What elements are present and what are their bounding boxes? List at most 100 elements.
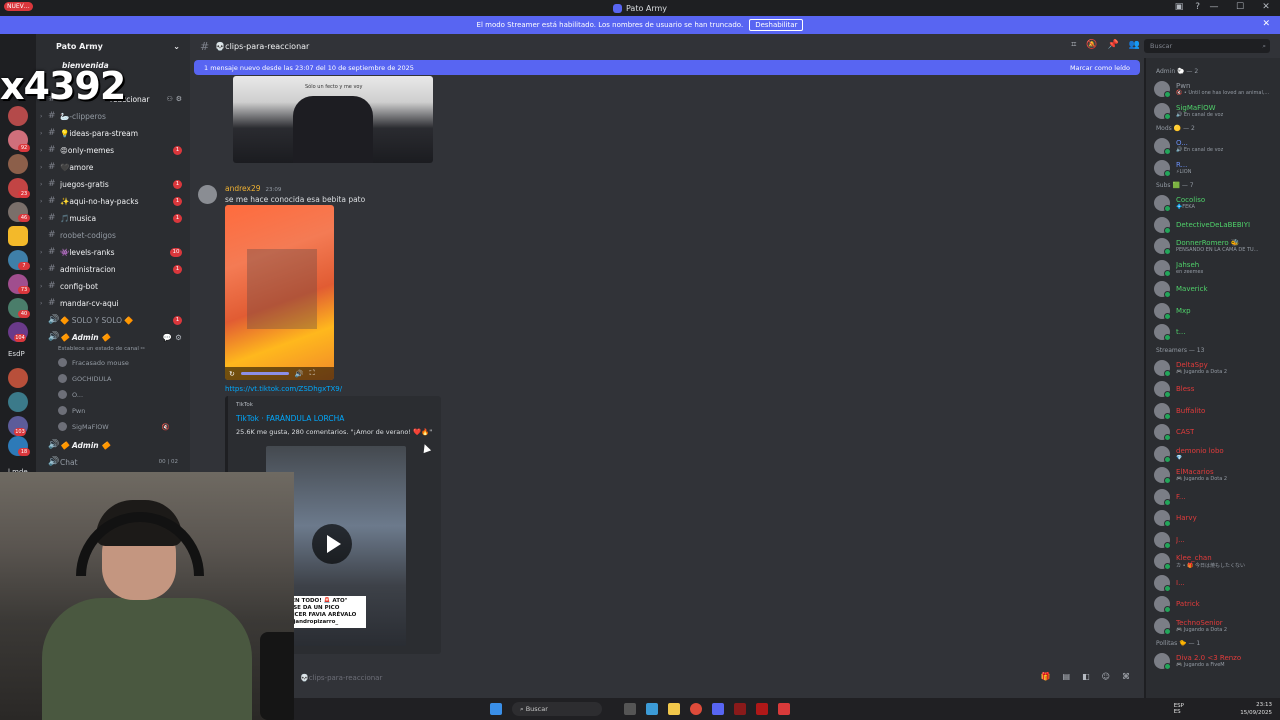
server-icon[interactable] [8,392,28,412]
gear-icon[interactable]: ⚙ [176,95,182,103]
help-icon[interactable]: ? [1195,2,1200,12]
channel-item[interactable]: › # mandar-cv-aqui [40,296,186,310]
member-item[interactable]: R... ⚡LION [1154,159,1276,177]
play-icon[interactable] [312,524,352,564]
app-icon[interactable] [734,703,746,715]
channel-item[interactable]: › # 🎵musica 1 [40,211,186,225]
member-item[interactable]: Cocoliso 💠FEKA [1154,194,1276,212]
server-folder-label[interactable]: EsdP [8,350,25,358]
message-author[interactable]: andrex29 [225,184,261,193]
member-item[interactable]: CAST [1154,423,1276,441]
member-item[interactable]: ElMacarios 🎮 Jugando a Dota 2 [1154,466,1276,484]
gif-icon[interactable]: ▤ [1063,672,1071,681]
channel-item[interactable]: # roobet-codigos [40,228,186,242]
add-member-icon[interactable]: ⚇ [166,95,172,103]
app-icon[interactable] [778,703,790,715]
fullscreen-icon[interactable]: ⛶ [310,369,315,378]
previous-image-attachment[interactable]: Sólo un fecto y me voy [233,76,433,163]
disable-streamer-button[interactable]: Deshabilitar [749,19,804,31]
member-item[interactable]: Patrick [1154,595,1276,613]
member-item[interactable]: Bless [1154,380,1276,398]
member-item[interactable]: Mxp [1154,302,1276,320]
task-view-icon[interactable] [624,703,636,715]
embed-title[interactable]: TikTok · FARÁNDULA LORCHA [236,414,344,423]
voice-user[interactable]: Fracasado mouse [58,356,129,369]
voice-channel-status[interactable]: Establece un estado de canal ✏ [58,342,145,355]
channel-item[interactable]: › # ✨aqui-no-hay-packs 1 [40,194,186,208]
member-item[interactable]: DetectiveDeLaBEBIYI [1154,216,1276,234]
member-item[interactable]: Diva 2.0 <3 Renzo 🎮 Jugando a FiveM [1154,652,1276,670]
member-item[interactable]: Maverick [1154,280,1276,298]
taskbar-clock[interactable]: 23:13 15/09/2025 [1240,701,1272,717]
member-item[interactable]: I... [1154,574,1276,592]
member-item[interactable]: DonnerRomero 🐝 PENSANDO EN LA CAMA DE TU.… [1154,237,1276,255]
member-item[interactable]: Klee_chan カ • 🎁 今日は焼もしたくない [1154,552,1276,570]
language-indicator[interactable]: ESP ES [1174,703,1184,715]
voice-channel-solo[interactable]: 🔊 🔶 SOLO Y SOLO 🔶 1 [40,313,186,327]
apps-icon[interactable]: ⌘ [1122,672,1130,681]
video-attachment[interactable]: ↻ 🔊 ⛶ [225,205,334,380]
server-icon[interactable] [8,154,28,174]
threads-icon[interactable]: ⌗ [1071,40,1076,50]
gear-icon[interactable]: ⚙ [175,333,182,342]
windows-start-icon[interactable] [490,703,502,715]
server-header[interactable]: Pato Army ⌄ [36,38,190,54]
minimize-button[interactable]: — [1208,2,1220,12]
channel-item[interactable]: › # 🖤amore [40,160,186,174]
chrome-icon[interactable] [690,703,702,715]
maximize-button[interactable]: ☐ [1234,2,1246,12]
close-icon[interactable]: ✕ [1262,19,1270,29]
video-progress[interactable] [240,372,289,375]
avatar[interactable] [198,185,217,204]
voice-user[interactable]: O... [58,388,83,401]
member-item[interactable]: F... [1154,488,1276,506]
volume-icon[interactable]: 🔊 [295,370,304,378]
obs-icon[interactable] [756,703,768,715]
channel-item[interactable]: › # 💡ideas-para-stream [40,126,186,140]
channel-item[interactable]: › # config-bot [40,279,186,293]
member-item[interactable]: Harvy [1154,509,1276,527]
member-item[interactable]: SigMaFlOW 🔊 En canal de voz [1154,102,1276,120]
emoji-icon[interactable]: ☺ [1102,672,1110,681]
voice-user[interactable]: SigMaFlOW 🔇 [58,420,170,433]
mark-read-button[interactable]: Marcar como leído [1070,64,1130,72]
channel-item[interactable]: › # administracion 1 [40,262,186,276]
message-link[interactable]: https://vt.tiktok.com/ZSDhgxTX9/ [225,385,342,393]
channel-item[interactable]: › # 👾levels-ranks 10 [40,245,186,259]
member-item[interactable]: t... [1154,323,1276,341]
sticker-icon[interactable]: ◧ [1082,672,1090,681]
file-explorer-icon[interactable] [668,703,680,715]
channel-item[interactable]: › # juegos-gratis 1 [40,177,186,191]
inbox-icon[interactable]: ▣ [1175,2,1184,12]
channel-item[interactable]: › # 😡only-memes 1 [40,143,186,157]
gift-icon[interactable]: 🎁 [1041,672,1051,681]
member-item[interactable]: demonio lobo 💎 [1154,445,1276,463]
member-item[interactable]: J... [1154,531,1276,549]
member-item[interactable]: DeltaSpy 🎮 Jugando a Dota 2 [1154,359,1276,377]
discord-taskbar-icon[interactable] [712,703,724,715]
chat-icon[interactable]: 💬 [163,333,172,342]
channel-item[interactable]: › # 🦢-clipperos [40,109,186,123]
member-item[interactable]: Jahseh en zeemex [1154,259,1276,277]
replay-icon[interactable]: ↻ [229,370,235,378]
member-item[interactable]: Buffalito [1154,402,1276,420]
copilot-icon[interactable] [646,703,658,715]
member-item[interactable]: O... 🔊 En canal de voz [1154,137,1276,155]
search-input[interactable]: Buscar ⌕ [1144,39,1270,53]
voice-channel-admin-2[interactable]: 🔊 🔶 Admin 🔶 [40,438,186,452]
server-icon[interactable] [8,106,28,126]
notifications-icon[interactable]: 🔕 [1086,40,1097,50]
member-item[interactable]: Pwn 🔇 • Until one has loved an animal,... [1154,80,1276,98]
voice-user[interactable]: GOCHIDULA [58,372,111,385]
pin-icon[interactable]: 📌 [1108,40,1119,50]
members-icon[interactable]: 👥 [1129,40,1140,50]
close-button[interactable]: ✕ [1260,2,1272,12]
server-icon[interactable] [8,368,28,388]
voice-channel-chat[interactable]: 🔊 Chat 00 | 02 [40,455,186,469]
server-icon[interactable] [8,226,28,246]
voice-user[interactable]: Pwn [58,404,85,417]
member-item[interactable]: TechnoSenior 🎮 Jugando a Dota 2 [1154,617,1276,635]
new-messages-bar[interactable]: 1 mensaje nuevo desde las 23:07 del 10 d… [194,60,1140,75]
taskbar-search[interactable]: ⌕ Buscar [512,702,602,716]
message-input[interactable]: 💀clips-para-reaccionar [294,668,1140,688]
